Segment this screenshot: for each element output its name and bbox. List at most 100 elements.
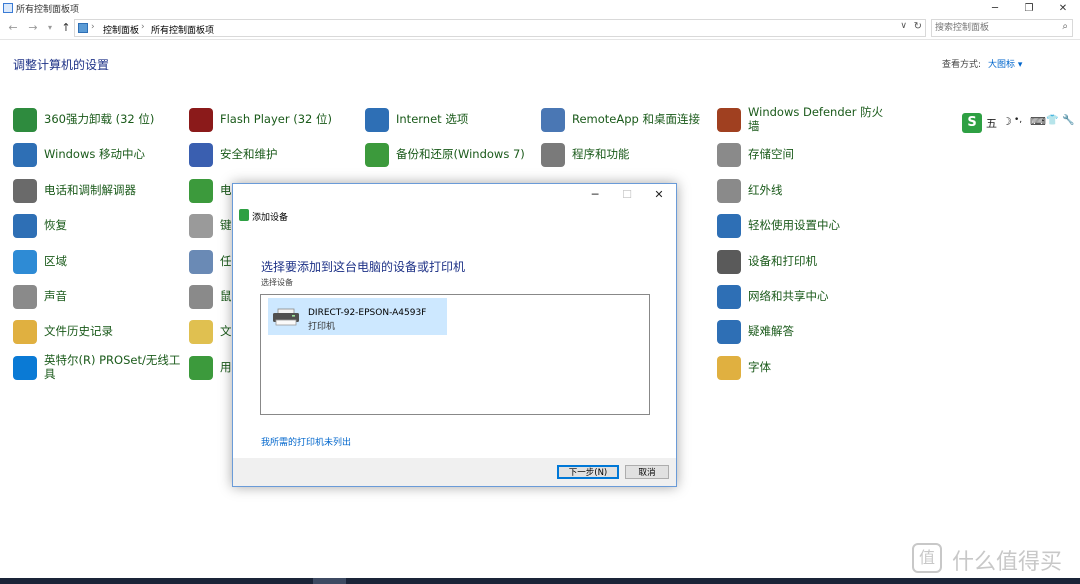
ime-mode-toggle[interactable]: 五 — [986, 115, 997, 131]
fonts-icon — [717, 356, 741, 380]
cp-item-label: 红外线 — [748, 183, 783, 197]
storage-icon — [717, 143, 741, 167]
infrared-icon — [717, 179, 741, 203]
cp-item-mobility-center[interactable]: Windows 移动中心 — [13, 139, 183, 171]
backup-icon — [365, 143, 389, 167]
cp-item-ease-of-access[interactable]: 轻松使用设置中心 — [717, 210, 887, 242]
cp-item-phone-modem[interactable]: 电话和调制解调器 — [13, 175, 183, 207]
skin-icon[interactable]: 👕 — [1046, 115, 1058, 126]
dialog-close-button[interactable]: ✕ — [643, 186, 675, 204]
dialog-maximize-button: ☐ — [622, 188, 632, 201]
cp-item-label: Windows 移动中心 — [44, 147, 145, 161]
firewall-icon — [717, 108, 741, 132]
power-icon — [189, 179, 213, 203]
cp-item-security-flag[interactable]: 安全和维护 — [189, 139, 359, 171]
breadcrumb-all-items[interactable]: 所有控制面板项 — [151, 23, 214, 36]
address-box[interactable]: › 控制面板 › 所有控制面板项 ∨ ↻ — [74, 19, 926, 37]
programs-icon — [541, 143, 565, 167]
taskbar-active-app[interactable] — [313, 578, 346, 584]
cp-item-intel-wireless[interactable]: 英特尔(R) PROSet/无线工具 — [13, 352, 183, 384]
cp-item-infrared[interactable]: 红外线 — [717, 175, 887, 207]
cp-item-label: 电话和调制解调器 — [44, 183, 136, 197]
remoteapp-icon — [541, 108, 565, 132]
dialog-heading: 选择要添加到这台电脑的设备或打印机 — [261, 260, 466, 274]
security-flag-icon — [189, 143, 213, 167]
minimize-button[interactable]: ─ — [978, 0, 1012, 17]
breadcrumb-separator: › — [91, 22, 95, 32]
ime-toolbar[interactable]: S 五 ☽ •, ⌨ 👕 🔧 — [962, 112, 1080, 134]
cp-item-remoteapp[interactable]: RemoteApp 和桌面连接 — [541, 104, 711, 136]
cp-item-recovery[interactable]: 恢复 — [13, 210, 183, 242]
view-by-dropdown[interactable]: 大图标 ▾ — [988, 57, 1022, 70]
address-bar: ← → ▾ ↑ › 控制面板 › 所有控制面板项 ∨ ↻ ⌕ — [0, 17, 1080, 40]
keyboard-icon[interactable]: ⌨ — [1030, 115, 1046, 128]
cancel-button[interactable]: 取消 — [625, 465, 669, 479]
restore-button[interactable]: ❐ — [1012, 0, 1046, 17]
close-button[interactable]: ✕ — [1046, 0, 1080, 17]
device-list[interactable]: DIRECT-92-EPSON-A4593F 打印机 — [260, 294, 650, 415]
cp-item-troubleshoot[interactable]: 疑难解答 — [717, 316, 887, 348]
breadcrumb-control-panel[interactable]: 控制面板 — [103, 23, 139, 36]
back-arrow-icon[interactable]: ← — [5, 20, 21, 36]
cp-item-region[interactable]: 区域 — [13, 246, 183, 278]
printer-not-listed-link[interactable]: 我所需的打印机未列出 — [261, 435, 351, 448]
phone-modem-icon — [13, 179, 37, 203]
cp-item-sound[interactable]: 声音 — [13, 281, 183, 313]
troubleshoot-icon — [717, 320, 741, 344]
moon-icon[interactable]: ☽ — [1002, 115, 1012, 128]
cp-item-label: 疑难解答 — [748, 324, 794, 338]
punctuation-icon[interactable]: •, — [1014, 115, 1022, 125]
cp-item-label: 网络和共享中心 — [748, 289, 829, 303]
address-dropdown-icon[interactable]: ∨ — [900, 21, 907, 31]
search-box[interactable]: ⌕ — [931, 19, 1073, 37]
cp-item-label: 设备和打印机 — [748, 254, 817, 268]
page-heading: 调整计算机的设置 — [13, 58, 110, 72]
forward-arrow-icon[interactable]: → — [25, 20, 41, 36]
keyboard-icon — [189, 214, 213, 238]
cp-item-label: 备份和还原(Windows 7) — [396, 147, 525, 161]
cp-item-label: 英特尔(R) PROSet/无线工具 — [44, 353, 181, 381]
next-button[interactable]: 下一步(N) — [557, 465, 619, 479]
dialog-minimize-button[interactable]: ─ — [579, 186, 611, 204]
region-icon — [13, 250, 37, 274]
cp-item-internet-options[interactable]: Internet 选项 — [365, 104, 535, 136]
cp-item-label: 安全和维护 — [220, 147, 278, 161]
dialog-subtitle: 选择设备 — [261, 278, 293, 287]
intel-wireless-icon — [13, 356, 37, 380]
internet-options-icon — [365, 108, 389, 132]
taskbar — [0, 578, 1080, 584]
search-input[interactable] — [935, 21, 1053, 35]
refresh-icon[interactable]: ↻ — [914, 21, 922, 32]
add-device-icon — [239, 209, 249, 221]
ime-logo-icon[interactable]: S — [962, 113, 982, 133]
cp-item-firewall[interactable]: Windows Defender 防火墙 — [717, 104, 887, 136]
settings-wrench-icon[interactable]: 🔧 — [1062, 115, 1074, 126]
cp-item-uninstall[interactable]: 360强力卸载 (32 位) — [13, 104, 183, 136]
cp-item-devices-printers[interactable]: 设备和打印机 — [717, 246, 887, 278]
uninstall-icon — [13, 108, 37, 132]
cp-item-label: RemoteApp 和桌面连接 — [572, 112, 700, 126]
watermark-text: 什么值得买 — [952, 550, 1063, 575]
cp-item-label: 存储空间 — [748, 147, 794, 161]
cp-item-backup[interactable]: 备份和还原(Windows 7) — [365, 139, 535, 171]
window-title: 所有控制面板项 — [16, 5, 80, 15]
user-accounts-icon — [189, 356, 213, 380]
cp-item-storage[interactable]: 存储空间 — [717, 139, 887, 171]
mobility-center-icon — [13, 143, 37, 167]
control-panel-small-icon — [78, 23, 88, 33]
cp-item-file-history[interactable]: 文件历史记录 — [13, 316, 183, 348]
cp-item-flash[interactable]: Flash Player (32 位) — [189, 104, 359, 136]
cp-item-network[interactable]: 网络和共享中心 — [717, 281, 887, 313]
ease-of-access-icon — [717, 214, 741, 238]
device-item[interactable]: DIRECT-92-EPSON-A4593F 打印机 — [268, 298, 447, 335]
up-arrow-icon[interactable]: ↑ — [58, 20, 74, 36]
cp-item-label: 程序和功能 — [572, 147, 630, 161]
devices-printers-icon — [717, 250, 741, 274]
cp-item-fonts[interactable]: 字体 — [717, 352, 887, 384]
taskbar-icon — [189, 250, 213, 274]
cp-item-programs[interactable]: 程序和功能 — [541, 139, 711, 171]
mouse-icon — [189, 285, 213, 309]
window-titlebar: 所有控制面板项 ─ ❐ ✕ — [0, 0, 1080, 17]
search-icon[interactable]: ⌕ — [1062, 21, 1068, 32]
recent-chevron-icon[interactable]: ▾ — [42, 20, 58, 36]
